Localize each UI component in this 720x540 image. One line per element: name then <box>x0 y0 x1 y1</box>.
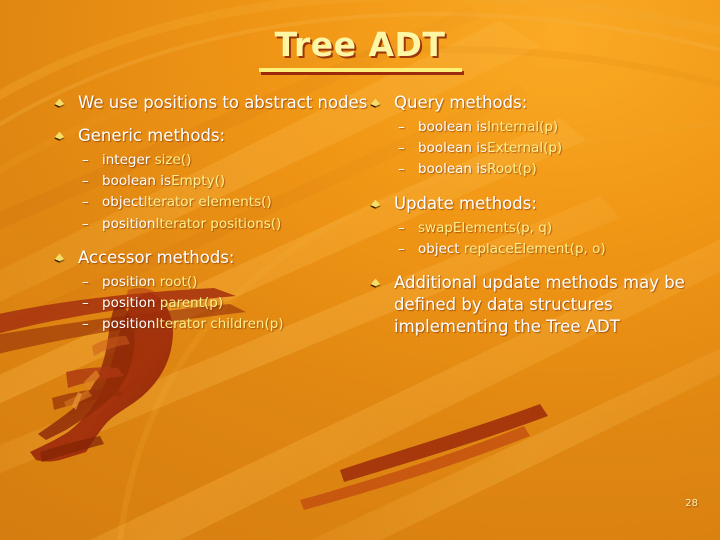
bullet-item: Query methods: <box>360 92 708 114</box>
gold-diamond-bullet-icon <box>54 131 65 141</box>
method-name: Iterator children(p) <box>155 316 284 333</box>
sub-bullet-item: – boolean isEmpty() <box>44 171 369 192</box>
title-underline <box>258 67 462 72</box>
sub-bullet-item: – positionIterator children(p) <box>44 314 369 335</box>
method-type: position <box>102 215 156 232</box>
method-name: replaceElement(p, o) <box>463 240 606 257</box>
right-column: Query methods: – boolean isInternal(p) – b… <box>360 92 708 339</box>
method-name: root() <box>159 273 198 290</box>
sub-bullet-group: – swapElements(p, q) – object replaceEleme… <box>360 218 708 261</box>
dash-marker: – <box>398 240 405 257</box>
sub-bullet-item: – objectIterator elements() <box>44 192 369 213</box>
method-type: object <box>102 194 144 211</box>
left-column: We use positions to abstract nodes Gener… <box>44 92 369 336</box>
bullet-text: Accessor methods: <box>78 247 235 267</box>
sub-bullet-item: – object replaceElement(p, o) <box>360 239 708 260</box>
sub-bullet-group: – position root() – position parent(p) – po… <box>44 272 369 336</box>
dash-marker: – <box>82 172 89 189</box>
bullet-text: Query methods: <box>394 93 528 112</box>
dash-marker: – <box>82 294 89 311</box>
dash-marker: – <box>82 273 89 290</box>
sub-bullet-item: – boolean isInternal(p) <box>360 117 708 138</box>
dash-marker: – <box>398 161 405 178</box>
dash-marker: – <box>82 151 89 168</box>
bullet-text: We use positions to abstract nodes <box>78 93 368 112</box>
sub-bullet-item: – swapElements(p, q) <box>360 218 708 239</box>
bullet-item: Update methods: <box>360 193 708 215</box>
bullet-text: Generic methods: <box>78 125 226 145</box>
title-block: Tree ADT <box>0 25 720 72</box>
sub-bullet-group: – boolean isInternal(p) – boolean isExtern… <box>360 117 708 181</box>
dash-marker: – <box>82 215 89 232</box>
method-type: object <box>418 240 464 257</box>
method-type: boolean is <box>418 161 488 178</box>
bullet-text: Additional update methods may be defined… <box>394 273 685 336</box>
sub-bullet-item: – integer size() <box>44 150 369 171</box>
page-number: 28 <box>685 498 698 509</box>
dash-marker: – <box>398 219 405 236</box>
bullet-text: Update methods: <box>394 193 537 213</box>
method-type: boolean is <box>418 118 488 135</box>
method-name: Iterator positions() <box>155 215 282 232</box>
method-type: position <box>102 273 160 290</box>
content-columns: We use positions to abstract nodes Gener… <box>0 92 720 412</box>
sub-bullet-group: – integer size() – boolean isEmpty() – obje… <box>44 150 369 235</box>
method-type: boolean is <box>102 172 172 189</box>
gold-diamond-bullet-icon <box>54 253 65 263</box>
dash-marker: – <box>398 140 405 157</box>
sub-bullet-item: – positionIterator positions() <box>44 214 369 235</box>
bullet-item: Additional update methods may be defined… <box>360 272 708 337</box>
method-type: position <box>102 294 160 311</box>
slide-canvas: Tree ADT We use positions to abstract no… <box>0 0 720 540</box>
gold-diamond-bullet-icon <box>370 98 381 108</box>
bullet-item: Accessor methods: <box>44 247 369 269</box>
sub-bullet-item: – position parent(p) <box>44 293 369 314</box>
sub-bullet-item: – position root() <box>44 272 369 293</box>
gold-diamond-bullet-icon <box>54 98 65 108</box>
dash-marker: – <box>82 194 89 211</box>
page-title: Tree ADT <box>274 25 446 64</box>
method-name: parent(p) <box>159 294 224 311</box>
sub-bullet-item: – boolean isRoot(p) <box>360 159 708 180</box>
gold-diamond-bullet-icon <box>370 199 381 209</box>
method-name: Empty() <box>171 172 226 189</box>
method-name: swapElements(p, q) <box>418 219 553 236</box>
gold-diamond-bullet-icon <box>370 278 381 289</box>
bullet-item: Generic methods: <box>44 125 369 147</box>
method-name: size() <box>154 151 192 168</box>
sub-bullet-item: – boolean isExternal(p) <box>360 138 708 159</box>
method-type: integer <box>102 151 155 168</box>
method-name: Iterator elements() <box>143 194 272 211</box>
method-type: boolean is <box>418 140 488 157</box>
method-name: External(p) <box>487 140 563 157</box>
dash-marker: – <box>82 316 89 333</box>
method-type: position <box>102 316 156 333</box>
dash-marker: – <box>398 118 405 135</box>
method-name: Internal(p) <box>487 118 559 135</box>
method-name: Root(p) <box>487 161 537 178</box>
bullet-item: We use positions to abstract nodes <box>44 92 369 114</box>
